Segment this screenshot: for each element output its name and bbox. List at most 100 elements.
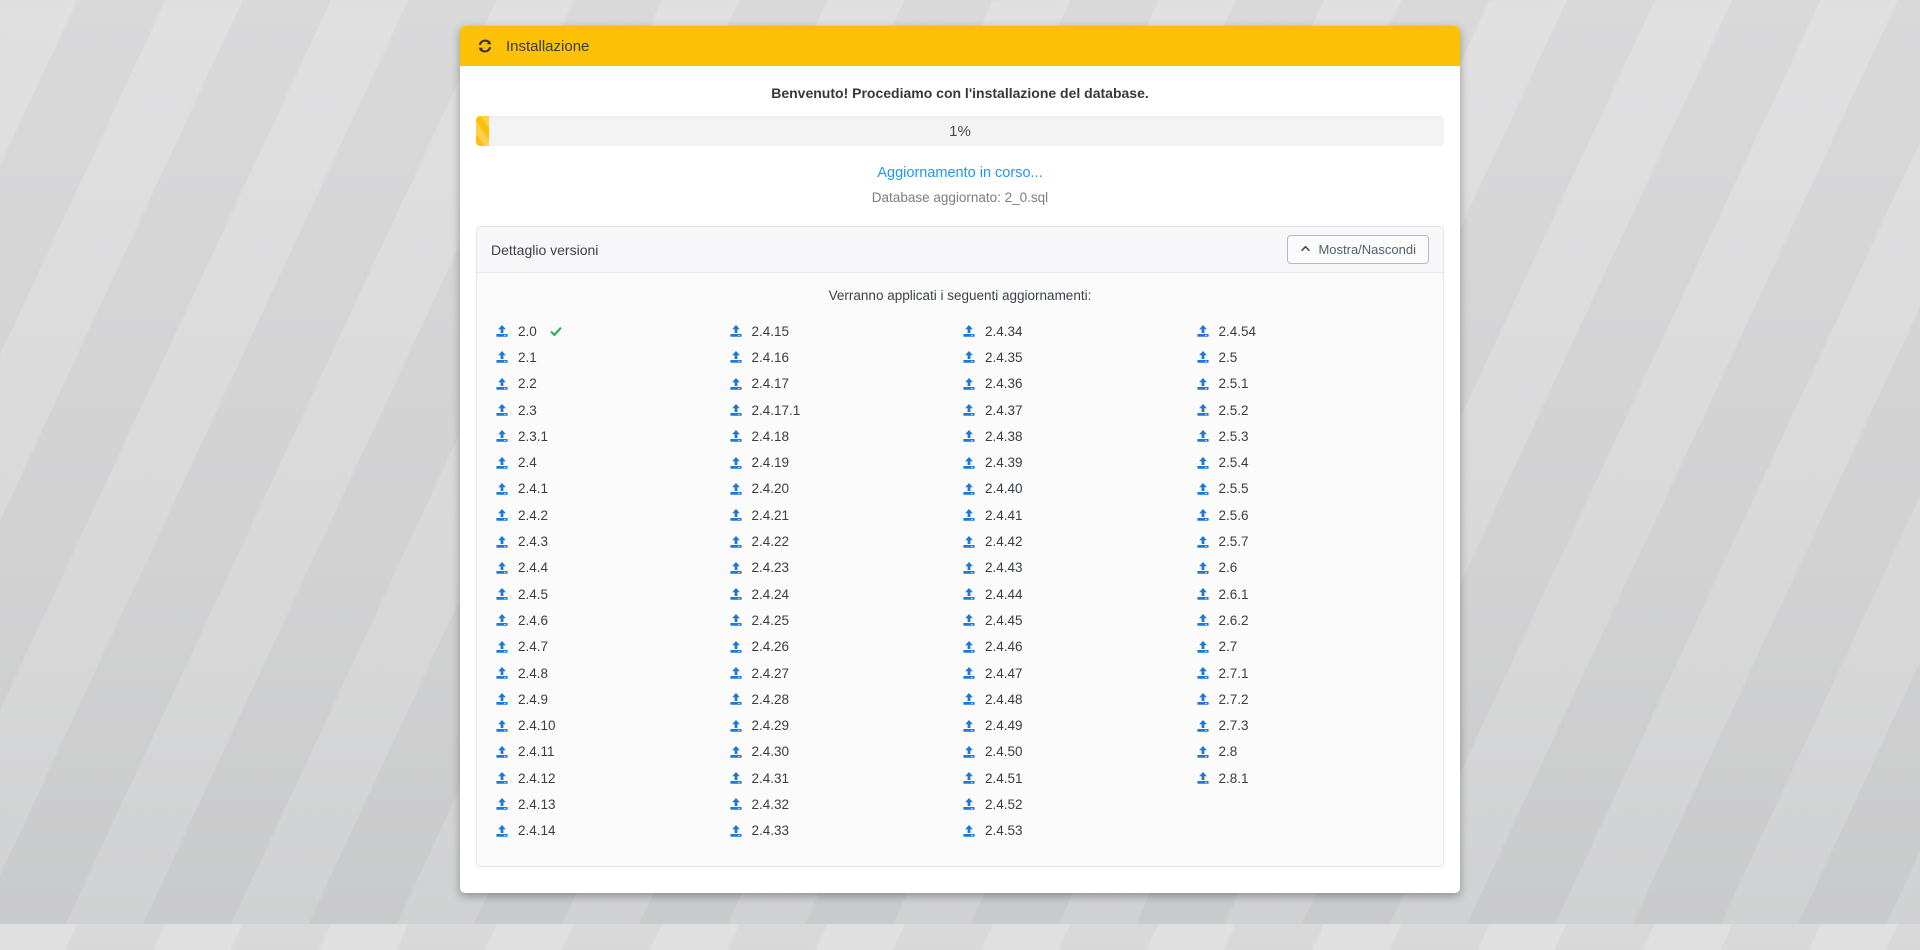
- versions-panel-body: Verranno applicati i seguenti aggiorname…: [477, 273, 1443, 866]
- upload-icon: [495, 587, 509, 601]
- upload-icon: [1196, 561, 1210, 575]
- version-item: 2.7.1: [1196, 660, 1426, 686]
- version-item: 2.4.53: [962, 818, 1192, 844]
- version-label: 2.4.17: [752, 376, 790, 391]
- toggle-versions-button[interactable]: Mostra/Nascondi: [1287, 235, 1429, 264]
- upload-icon: [495, 692, 509, 706]
- toggle-versions-label: Mostra/Nascondi: [1318, 242, 1416, 257]
- upload-icon: [729, 824, 743, 838]
- upload-icon: [495, 561, 509, 575]
- version-label: 2.4.30: [752, 744, 790, 759]
- upload-icon: [1196, 666, 1210, 680]
- version-item: 2.4.22: [729, 528, 959, 554]
- upload-icon: [962, 771, 976, 785]
- version-label: 2.4.54: [1219, 324, 1257, 339]
- upload-icon: [962, 719, 976, 733]
- version-label: 2.4.31: [752, 771, 790, 786]
- upload-icon: [495, 824, 509, 838]
- upload-icon: [1196, 350, 1210, 364]
- version-label: 2.5.1: [1219, 376, 1249, 391]
- card-body: Benvenuto! Procediamo con l'installazion…: [460, 85, 1460, 893]
- version-label: 2.4.14: [518, 823, 556, 838]
- version-label: 2.4.22: [752, 534, 790, 549]
- version-label: 2.0: [518, 324, 537, 339]
- upload-icon: [729, 377, 743, 391]
- version-label: 2.4.48: [985, 692, 1023, 707]
- progress-percent-label: 1%: [949, 123, 971, 140]
- upload-icon: [1196, 456, 1210, 470]
- version-item: 2.4.29: [729, 712, 959, 738]
- version-label: 2.4.7: [518, 639, 548, 654]
- version-label: 2.4.2: [518, 508, 548, 523]
- upload-icon: [495, 719, 509, 733]
- version-label: 2.6.2: [1219, 613, 1249, 628]
- upload-icon: [729, 350, 743, 364]
- version-item: 2.4.17.1: [729, 397, 959, 423]
- upload-icon: [962, 561, 976, 575]
- version-item: 2.4.19: [729, 449, 959, 475]
- version-item: 2.4.20: [729, 476, 959, 502]
- version-label: 2.3: [518, 403, 537, 418]
- upload-icon: [962, 613, 976, 627]
- version-label: 2.4.3: [518, 534, 548, 549]
- version-label: 2.5.2: [1219, 403, 1249, 418]
- upload-icon: [729, 640, 743, 654]
- version-label: 2.2: [518, 376, 537, 391]
- chevron-up-icon: [1300, 242, 1311, 257]
- version-label: 2.7.1: [1219, 666, 1249, 681]
- version-label: 2.4.38: [985, 429, 1023, 444]
- version-label: 2.5.7: [1219, 534, 1249, 549]
- version-item: 2.4.21: [729, 502, 959, 528]
- upload-icon: [495, 377, 509, 391]
- version-label: 2.8.1: [1219, 771, 1249, 786]
- version-item: 2.8: [1196, 739, 1426, 765]
- upload-icon: [729, 719, 743, 733]
- version-item: 2.4.10: [495, 712, 725, 738]
- upload-icon: [962, 745, 976, 759]
- version-item: 2.7.2: [1196, 686, 1426, 712]
- upload-icon: [962, 377, 976, 391]
- versions-panel-header: Dettaglio versioni Mostra/Nascondi: [477, 227, 1443, 273]
- status-db-updated: Database aggiornato: 2_0.sql: [476, 190, 1444, 205]
- upload-icon: [729, 797, 743, 811]
- upload-icon: [729, 666, 743, 680]
- upload-icon: [962, 429, 976, 443]
- upload-icon: [962, 508, 976, 522]
- version-item: 2.4.13: [495, 791, 725, 817]
- version-item: 2.4.41: [962, 502, 1192, 528]
- version-item: 2.5.4: [1196, 449, 1426, 475]
- version-item: 2.4.39: [962, 449, 1192, 475]
- version-label: 2.4.46: [985, 639, 1023, 654]
- upload-icon: [495, 535, 509, 549]
- version-label: 2.3.1: [518, 429, 548, 444]
- version-label: 2.7.2: [1219, 692, 1249, 707]
- status-updating: Aggiornamento in corso...: [476, 165, 1444, 181]
- card-title: Installazione: [506, 38, 589, 55]
- upload-icon: [1196, 745, 1210, 759]
- upload-icon: [1196, 692, 1210, 706]
- version-item: 2.4.24: [729, 581, 959, 607]
- version-label: 2.4.49: [985, 718, 1023, 733]
- upload-icon: [729, 613, 743, 627]
- version-item: 2.4.33: [729, 818, 959, 844]
- page: { "header": { "title": "Installazione", …: [0, 26, 1920, 950]
- version-item: 2.4.28: [729, 686, 959, 712]
- upload-icon: [729, 508, 743, 522]
- version-item: 2.3.1: [495, 423, 725, 449]
- version-item: 2.4.51: [962, 765, 1192, 791]
- upload-icon: [962, 587, 976, 601]
- version-item: 2.5.7: [1196, 528, 1426, 554]
- version-label: 2.4.1: [518, 481, 548, 496]
- upload-icon: [729, 692, 743, 706]
- version-item: 2.4.54: [1196, 318, 1426, 344]
- version-item: 2.4.31: [729, 765, 959, 791]
- version-item: 2.4.52: [962, 791, 1192, 817]
- upload-icon: [962, 482, 976, 496]
- upload-icon: [1196, 535, 1210, 549]
- version-label: 2.5.5: [1219, 481, 1249, 496]
- upload-icon: [495, 666, 509, 680]
- version-item: 2.5.6: [1196, 502, 1426, 528]
- version-item: 2.4.14: [495, 818, 725, 844]
- version-item: 2.4.4: [495, 555, 725, 581]
- version-label: 2.6: [1219, 560, 1238, 575]
